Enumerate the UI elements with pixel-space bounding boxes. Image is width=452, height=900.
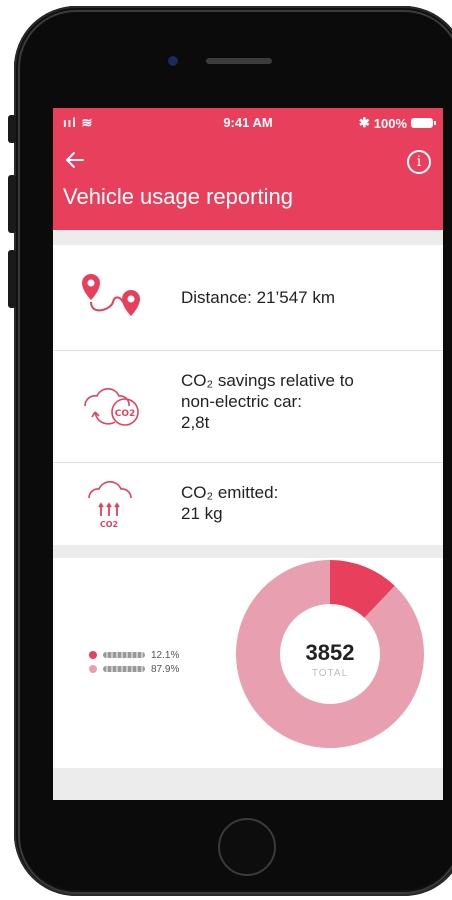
volume-up-button	[8, 175, 16, 233]
bluetooth-icon: ✱	[358, 115, 370, 130]
co2-cycle-icon: CO2	[75, 350, 155, 462]
svg-text:CO2: CO2	[100, 520, 118, 529]
distance-text: Distance: 21’547 km	[181, 288, 336, 307]
battery-icon	[411, 118, 436, 128]
metrics-card: Distance: 21’547 km CO2 CO₂ savings rela…	[53, 245, 443, 545]
donut-total-value: 3852	[305, 640, 355, 665]
co2-emitted-value: 21 kg	[181, 504, 223, 523]
front-camera	[168, 56, 178, 66]
route-pins-icon	[75, 245, 155, 350]
page-title: Vehicle usage reporting	[63, 184, 293, 209]
app-header: i Vehicle usage reporting	[53, 138, 443, 230]
earpiece-speaker	[206, 58, 272, 64]
metric-distance: Distance: 21’547 km	[53, 245, 443, 351]
metric-co2-savings: CO2 CO₂ savings relative to non-electric…	[53, 350, 443, 463]
donut-total-label: TOTAL	[311, 668, 349, 679]
volume-down-button	[8, 250, 16, 308]
app-screen: ııl ≋ 9:41 AM ✱ 100% i Vehicle usage rep…	[53, 108, 443, 800]
co2-emission-icon: CO2	[75, 462, 155, 545]
arrow-left-icon	[66, 152, 84, 168]
home-button[interactable]	[218, 818, 276, 876]
battery-percent: 100%	[373, 115, 407, 131]
donut-chart	[235, 560, 424, 748]
chart-card: 12.1% 87.9% 3852 TOTAL	[53, 558, 443, 768]
info-button[interactable]: i	[407, 150, 431, 174]
status-right: ✱ 100%	[358, 115, 436, 131]
co2-emitted-label: CO₂ emitted:	[181, 483, 279, 502]
back-button[interactable]	[63, 148, 87, 172]
svg-text:CO2: CO2	[115, 409, 136, 419]
mute-switch	[8, 115, 16, 143]
co2-savings-value: 2,8t	[181, 413, 210, 432]
co2-savings-text: CO₂ savings relative to non-electric car…	[181, 370, 354, 433]
status-bar: ııl ≋ 9:41 AM ✱ 100%	[53, 108, 443, 138]
info-icon: i	[416, 154, 422, 170]
metric-co2-emitted: CO2 CO₂ emitted: 21 kg	[53, 462, 443, 545]
co2-emitted-text: CO₂ emitted: 21 kg	[181, 482, 278, 524]
co2-savings-line1: CO₂ savings relative to	[181, 371, 354, 390]
co2-savings-line2: non-electric car:	[181, 392, 302, 411]
